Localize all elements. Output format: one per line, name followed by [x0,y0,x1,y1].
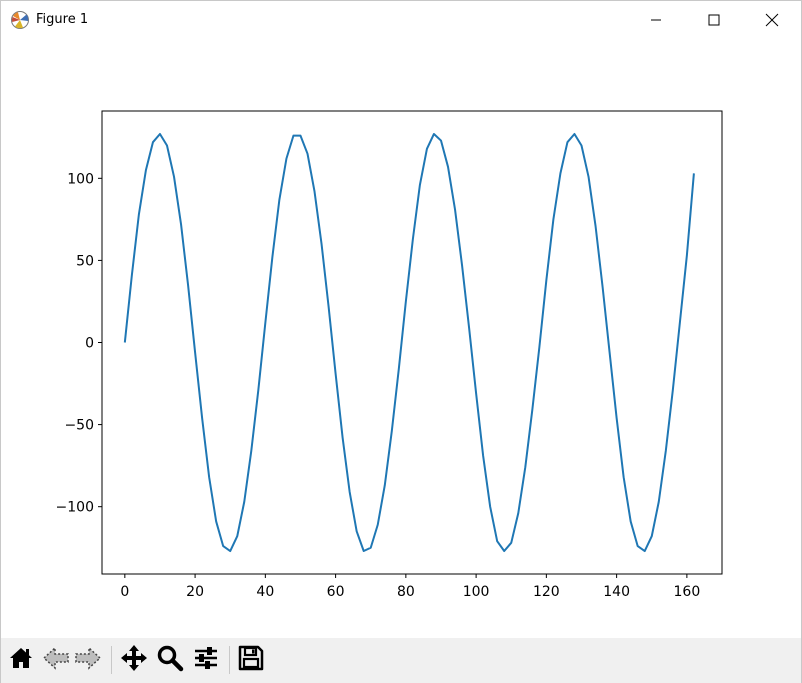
back-icon [42,645,70,675]
save-button[interactable] [236,645,266,675]
save-icon [237,644,265,676]
x-tick-label: 100 [463,584,490,600]
configure-subplots-icon [192,644,220,676]
x-tick-label: 120 [533,584,560,600]
matplotlib-icon [10,10,30,30]
back-button[interactable] [41,645,71,675]
navigation-toolbar [1,638,801,683]
x-tick-label: 60 [327,584,345,600]
configure-subplots-button[interactable] [191,645,221,675]
y-tick-label: −100 [56,500,94,516]
line-chart[interactable]: 0 20 40 60 80 100 120 140 160 −100 −50 0 50 100 [1,39,801,638]
x-tick-label: 20 [186,584,204,600]
forward-button[interactable] [73,645,103,675]
pan-button[interactable] [119,645,149,675]
x-tick-label: 160 [674,584,701,600]
y-tick-label: 50 [76,253,94,269]
pan-icon [120,644,148,676]
close-icon [765,13,779,27]
figure-window: Figure 1 0 20 40 60 80 100 120 140 160 −100 −50 0 50… [0,0,802,683]
figure-canvas[interactable]: 0 20 40 60 80 100 120 140 160 −100 −50 0 50 100 [1,39,801,638]
title-bar[interactable]: Figure 1 [1,1,801,39]
minimize-button[interactable] [627,1,685,39]
maximize-button[interactable] [685,1,743,39]
toolbar-separator [229,646,230,674]
x-tick-label: 40 [256,584,274,600]
toolbar-separator [111,646,112,674]
x-tick-label: 0 [120,584,129,600]
x-tick-label: 80 [397,584,415,600]
window-title: Figure 1 [36,12,89,27]
zoom-button[interactable] [155,645,185,675]
maximize-icon [708,14,720,26]
home-button[interactable] [6,645,36,675]
y-tick-label: −50 [64,418,94,434]
forward-icon [74,645,102,675]
y-tick-label: 0 [85,336,94,352]
close-button[interactable] [743,1,801,39]
home-icon [8,645,34,675]
series-line [123,132,695,553]
zoom-icon [156,644,184,676]
y-tick-label: 100 [67,171,94,187]
minimize-icon [650,14,662,26]
x-tick-label: 140 [603,584,630,600]
